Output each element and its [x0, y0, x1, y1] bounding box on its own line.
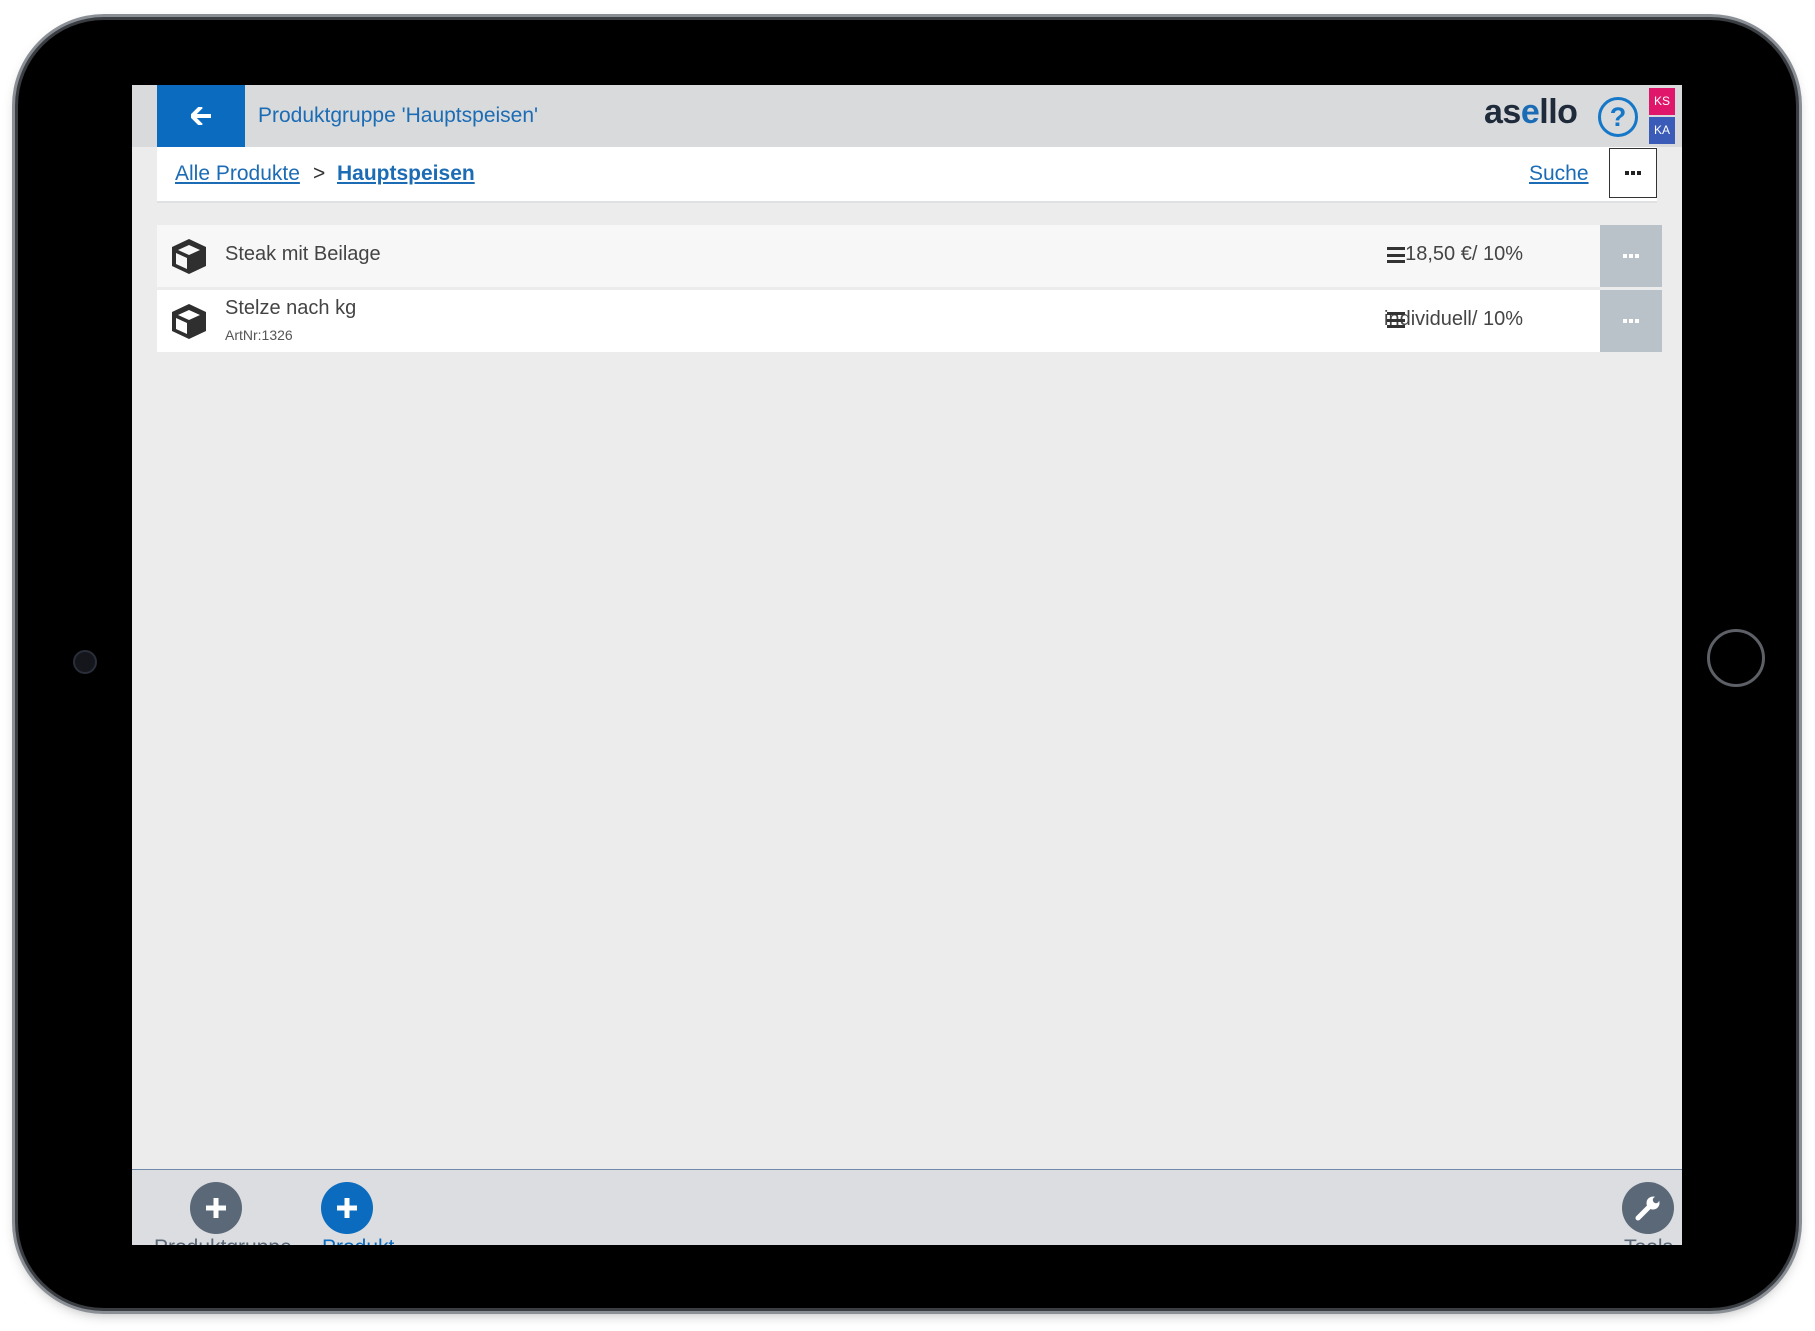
list-icon[interactable] — [1387, 247, 1405, 263]
camera-icon — [73, 650, 97, 674]
more-dot — [1637, 171, 1641, 175]
breadcrumb-separator: > — [313, 162, 326, 185]
search-link[interactable]: Suche — [1529, 147, 1589, 201]
arrow-left-icon — [191, 107, 211, 125]
wrench-icon — [1635, 1196, 1660, 1221]
more-dot — [1629, 319, 1633, 323]
box-icon — [172, 304, 206, 339]
more-dots-icon — [1623, 319, 1627, 323]
logo-text-2: llo — [1539, 93, 1578, 131]
product-artnr: ArtNr:1326 — [225, 327, 293, 343]
product-name: Stelze nach kg — [225, 297, 357, 319]
more-dot — [1635, 254, 1639, 258]
list-icon[interactable] — [1387, 312, 1405, 328]
asello-logo: asello — [1484, 93, 1578, 132]
breadcrumb-all-products-link[interactable]: Alle Produkte — [175, 147, 300, 201]
breadcrumb: Alle Produkte > Hauptspeisen Suche — [157, 147, 1657, 203]
logo-text-accent: e — [1520, 93, 1540, 131]
more-dots-icon — [1623, 254, 1627, 258]
more-dot — [1629, 254, 1633, 258]
product-more-button[interactable] — [1600, 225, 1662, 287]
add-product-group-label[interactable]: Produktgruppe — [154, 1236, 292, 1245]
header-bar: Produktgruppe 'Hauptspeisen' asello ? KS… — [132, 85, 1682, 147]
back-button[interactable] — [157, 85, 245, 147]
product-name: Steak mit Beilage — [225, 243, 381, 265]
user-badge-ka[interactable]: KA — [1649, 117, 1675, 144]
divider — [157, 201, 1657, 203]
add-product-group-button[interactable] — [190, 1182, 242, 1234]
more-dots-icon — [1625, 171, 1629, 175]
tools-button[interactable] — [1622, 1182, 1674, 1234]
question-circle-icon[interactable]: ? — [1598, 97, 1638, 137]
tools-label[interactable]: Tools — [1624, 1236, 1673, 1245]
page-title: Produktgruppe 'Hauptspeisen' — [258, 104, 539, 127]
more-dot — [1631, 171, 1635, 175]
plus-icon — [337, 1198, 357, 1218]
breadcrumb-current-link[interactable]: Hauptspeisen — [337, 147, 475, 201]
bottom-toolbar: Produktgruppe Produkt Tools — [132, 1169, 1682, 1245]
user-badge-ks[interactable]: KS — [1649, 88, 1675, 115]
logo-text-1: as — [1484, 93, 1521, 131]
product-price: 18,50 €/ 10% — [1405, 243, 1523, 265]
box-icon — [172, 239, 206, 274]
add-product-label[interactable]: Produkt — [322, 1236, 394, 1245]
list-item[interactable]: Steak mit Beilage 18,50 €/ 10% — [157, 225, 1662, 287]
add-product-button[interactable] — [321, 1182, 373, 1234]
product-more-button[interactable] — [1600, 290, 1662, 352]
plus-icon — [206, 1198, 226, 1218]
more-dot — [1635, 319, 1639, 323]
home-button[interactable] — [1707, 629, 1765, 687]
list-item[interactable]: Stelze nach kg ArtNr:1326 individuell/ 1… — [157, 290, 1662, 352]
app-screen: Produktgruppe 'Hauptspeisen' asello ? KS… — [132, 85, 1682, 1245]
more-options-button[interactable] — [1609, 148, 1657, 198]
